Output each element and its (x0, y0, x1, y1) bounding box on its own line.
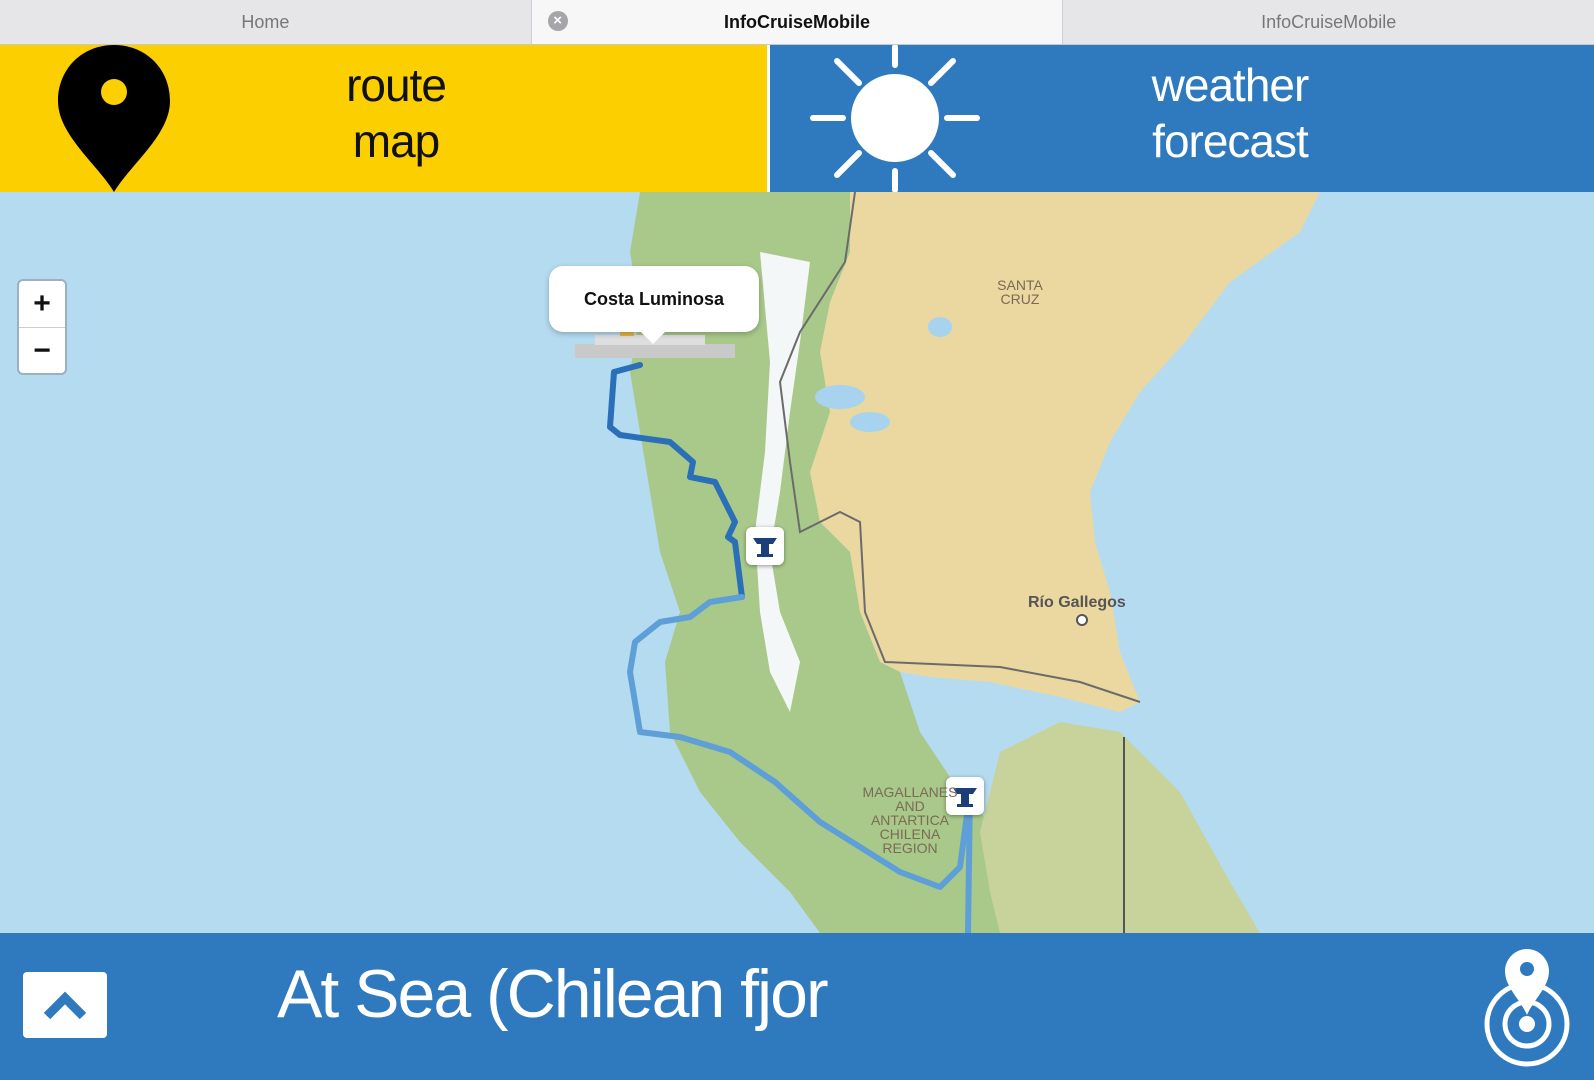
sun-icon (810, 45, 980, 192)
route-map[interactable]: + − Costa Luminosa SANTA CRUZ Río Galleg… (0, 192, 1594, 933)
route-map-button[interactable]: route map (0, 45, 767, 192)
zoom-out-button[interactable]: − (19, 327, 65, 374)
tab-infocruise-active[interactable]: × InfoCruiseMobile (530, 0, 1063, 44)
locate-pin-icon[interactable] (1482, 949, 1572, 1069)
tab-label: InfoCruiseMobile (1261, 11, 1397, 32)
map-pin-icon (58, 45, 170, 192)
location-status-text: At Sea (Chilean fjor (277, 956, 829, 1032)
route-map-label: route map (346, 59, 447, 167)
expand-up-button[interactable] (23, 972, 107, 1038)
status-bar: At Sea (Chilean fjor (0, 933, 1594, 1080)
close-tab-icon[interactable]: × (547, 11, 568, 31)
port-marker[interactable] (746, 527, 784, 565)
anchor-port-icon (753, 538, 777, 557)
tab-label: Home (241, 11, 290, 32)
argentina-land (810, 192, 1320, 712)
weather-forecast-label: weather forecast (1151, 59, 1310, 167)
map-base (575, 192, 1320, 933)
zoom-controls: + − (17, 279, 67, 375)
region-label-magallanes: MAGALLANES AND ANTARTICA CHILENA REGION (862, 784, 958, 856)
zoom-in-button[interactable]: + (19, 281, 65, 327)
tab-home[interactable]: Home (0, 0, 531, 44)
weather-forecast-button[interactable]: weather forecast (770, 45, 1594, 192)
tab-label: InfoCruiseMobile (724, 11, 871, 32)
region-label-santa-cruz: SANTA CRUZ (997, 277, 1043, 307)
city-label-rio-gallegos: Río Gallegos (1028, 594, 1126, 611)
tierra-del-fuego (980, 722, 1260, 933)
ship-popup[interactable]: Costa Luminosa (549, 266, 759, 344)
tab-bar: Home × InfoCruiseMobile InfoCruiseMobile (0, 0, 1594, 45)
tab-infocruise[interactable]: InfoCruiseMobile (1062, 0, 1594, 44)
chevron-up-icon (43, 991, 87, 1020)
